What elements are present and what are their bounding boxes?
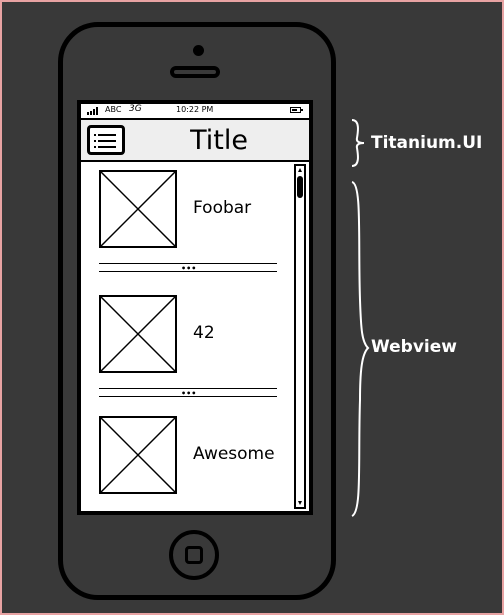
list-item[interactable]: 42 [99,295,295,375]
titanium-brace-icon [351,119,365,167]
titanium-nav-bar: Title [81,118,309,162]
scroll-up-arrow-icon[interactable] [298,168,302,172]
image-placeholder-icon [99,295,177,373]
network-type-label: 3G [129,104,142,114]
camera-icon [193,45,204,56]
image-placeholder-icon [99,416,177,494]
scroll-down-arrow-icon[interactable] [298,501,302,505]
home-square-icon [185,546,203,564]
signal-strength-icon [87,107,98,115]
webview-brace-icon [351,181,370,517]
list-item[interactable]: Awesome [99,416,295,496]
webview-content[interactable]: Foobar ••• 42 ••• Awesome [81,162,297,511]
scroll-thumb[interactable] [297,176,303,198]
status-bar: ABC 3G 10:22 PM [81,104,309,118]
webview-annotation: Webview [371,337,457,357]
wireframe-canvas: ABC 3G 10:22 PM Title Foobar ••• 42 ••• … [2,2,502,613]
battery-icon [290,107,303,113]
page-title: Title [190,125,248,156]
list-item-label: 42 [193,323,215,343]
carrier-label: ABC [105,105,122,114]
speaker-icon [170,66,220,78]
image-placeholder-icon [99,170,177,248]
phone-screen: ABC 3G 10:22 PM Title Foobar ••• 42 ••• … [77,100,313,515]
list-item[interactable]: Foobar [99,170,295,250]
titanium-ui-annotation: Titanium.UI [371,133,483,153]
list-separator: ••• [99,263,277,273]
home-button[interactable] [169,530,219,580]
status-time: 10:22 PM [176,105,214,114]
list-item-label: Foobar [193,198,252,218]
vertical-scrollbar[interactable] [294,164,306,509]
list-item-label: Awesome [193,444,275,464]
list-separator: ••• [99,388,277,398]
